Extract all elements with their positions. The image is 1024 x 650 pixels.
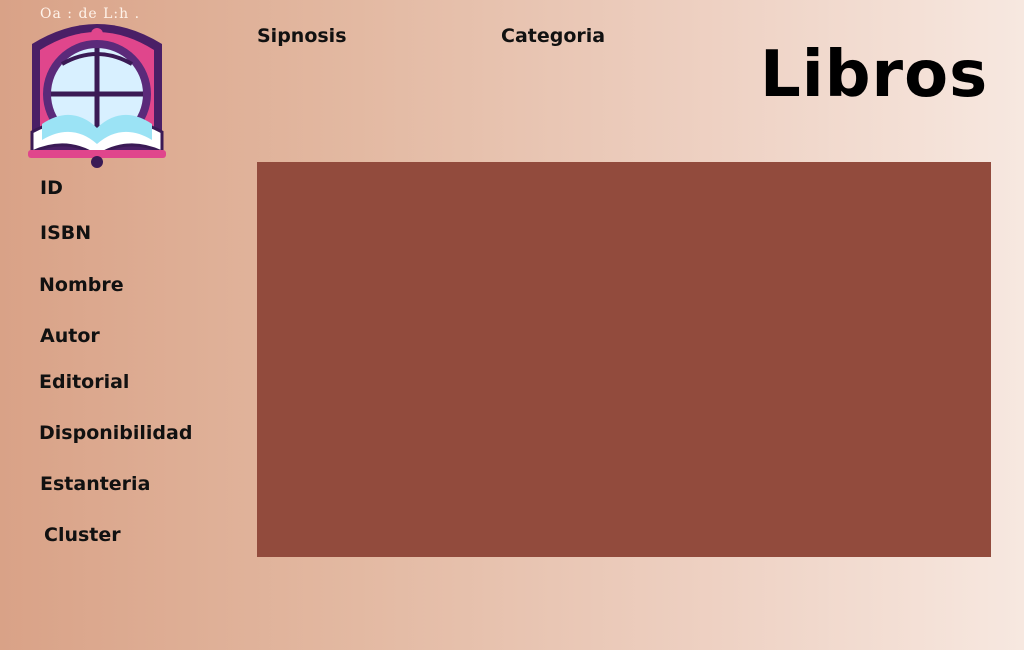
tab-sipnosis[interactable]: Sipnosis bbox=[257, 25, 347, 47]
field-label-disponibilidad: Disponibilidad bbox=[39, 422, 193, 444]
tab-categoria[interactable]: Categoria bbox=[501, 25, 605, 47]
books-content-panel bbox=[257, 162, 991, 557]
field-label-isbn: ISBN bbox=[40, 222, 92, 244]
field-label-editorial: Editorial bbox=[39, 371, 130, 393]
logo-text: Oa : de L:h . bbox=[40, 6, 141, 22]
field-label-nombre: Nombre bbox=[39, 274, 124, 296]
library-logo bbox=[12, 4, 182, 174]
field-label-autor: Autor bbox=[40, 325, 100, 347]
field-label-cluster: Cluster bbox=[44, 524, 121, 546]
field-label-id: ID bbox=[40, 177, 63, 199]
field-label-estanteria: Estanteria bbox=[40, 473, 151, 495]
page-title: Libros bbox=[760, 38, 989, 112]
